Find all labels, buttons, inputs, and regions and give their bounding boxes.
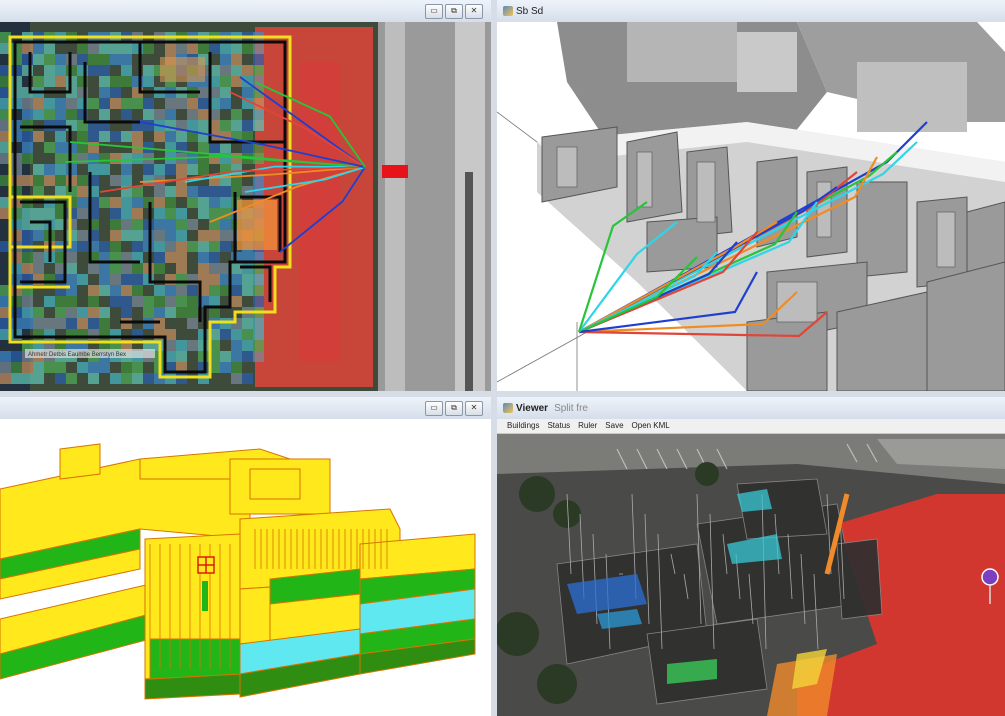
coverage-map-canvas[interactable]: Ahmetr Detbis Eaumbe Berrstyn Bex xyxy=(0,22,491,391)
vertical-divider[interactable] xyxy=(491,0,497,716)
window-titlebar: Sb Sd xyxy=(497,0,1005,23)
app-icon xyxy=(503,403,513,413)
ray-view-3d-window: Sb Sd xyxy=(497,0,1005,391)
coverage-heatmap xyxy=(0,32,264,384)
ray-view-3d-canvas[interactable] xyxy=(497,22,1005,391)
viewer-window: Viewer Split fre Buildings Status Ruler … xyxy=(497,397,1005,716)
menu-item-save[interactable]: Save xyxy=(605,419,623,433)
horizontal-divider[interactable] xyxy=(0,391,1005,397)
building-model-canvas[interactable] xyxy=(0,419,491,716)
close-button[interactable]: ✕ xyxy=(465,4,483,19)
app-icon xyxy=(503,6,513,16)
menu-item-ruler[interactable]: Ruler xyxy=(578,419,597,433)
transmitter-marker[interactable] xyxy=(382,165,408,178)
window-subtitle: Split fre xyxy=(554,402,588,414)
building-model-window: ▭ ⧉ ✕ xyxy=(0,397,491,716)
menu-item-buildings[interactable]: Buildings xyxy=(507,419,539,433)
window-title: Sb Sd xyxy=(516,5,544,17)
viewer-canvas[interactable] xyxy=(497,434,1005,716)
map-caption: Ahmetr Detbis Eaumbe Berrstyn Bex xyxy=(28,352,126,358)
window-titlebar: ▭ ⧉ ✕ xyxy=(0,397,491,420)
maximize-button[interactable]: ⧉ xyxy=(445,401,463,416)
window-title: Viewer xyxy=(516,402,549,414)
transmitter-pin-icon[interactable] xyxy=(981,568,999,586)
minimize-button[interactable]: ▭ xyxy=(425,401,443,416)
viewer-menubar: Buildings Status Ruler Save Open KML xyxy=(497,419,1005,434)
coverage-map-window: ▭ ⧉ ✕ Ahmetr Detbis Eaumbe Berrstyn Bex xyxy=(0,0,491,391)
menu-item-status[interactable]: Status xyxy=(547,419,570,433)
close-button[interactable]: ✕ xyxy=(465,401,483,416)
maximize-button[interactable]: ⧉ xyxy=(445,4,463,19)
minimize-button[interactable]: ▭ xyxy=(425,4,443,19)
menu-item-open-kml[interactable]: Open KML xyxy=(632,419,670,433)
window-titlebar: Viewer Split fre xyxy=(497,397,1005,420)
window-titlebar: ▭ ⧉ ✕ xyxy=(0,0,491,23)
